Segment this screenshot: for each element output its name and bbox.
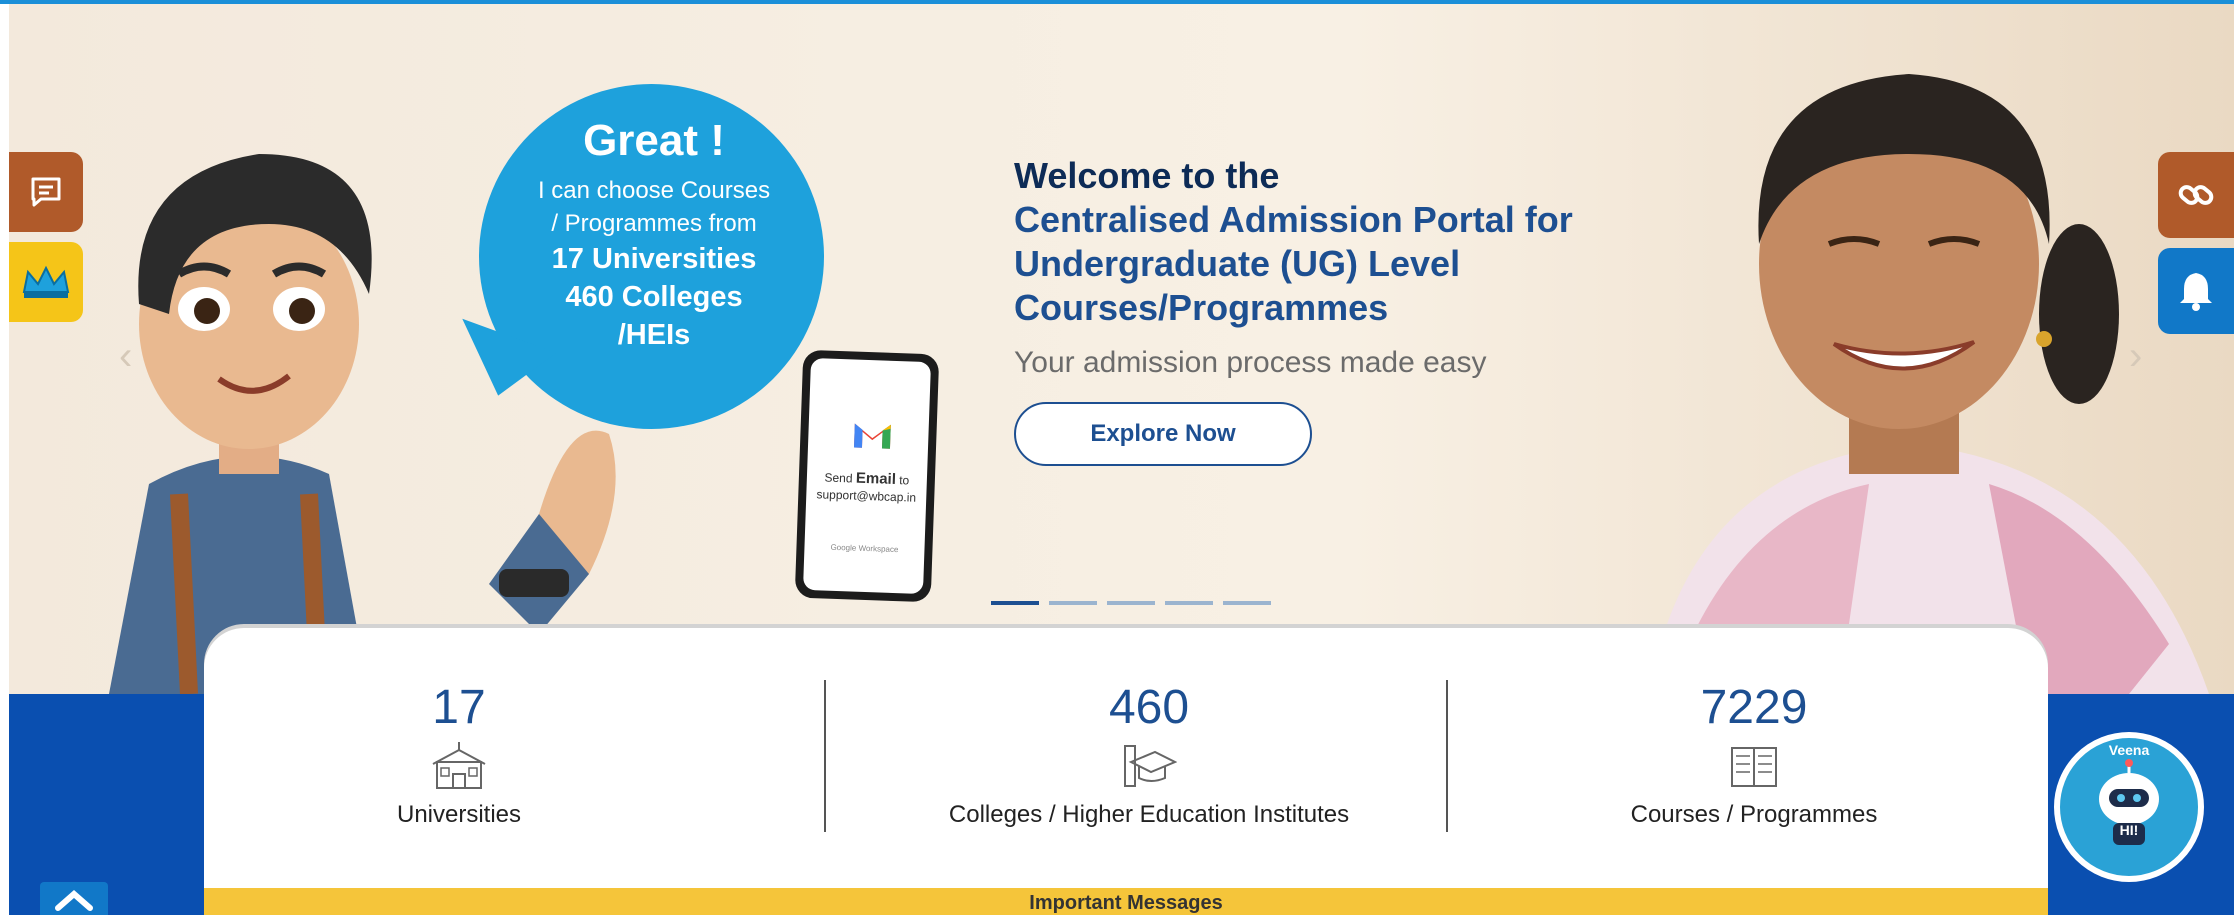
carousel-next-icon[interactable]: ›: [2129, 334, 2142, 379]
portrait-illustration: [1649, 74, 2209, 694]
stats-card: 17 Universities 460 Colleges / Higher Ed…: [204, 628, 2048, 915]
bell-icon: [2180, 273, 2212, 311]
phone-screen: Send Email to support@wbcap.in Google Wo…: [802, 357, 932, 595]
phone-email: support@wbcap.in: [816, 487, 917, 505]
hero-carousel: Great ! I can choose Courses / Programme…: [9, 4, 2234, 694]
stat-universities: 17 Universities: [259, 680, 659, 829]
speech-bubble-text: Great ! I can choose Courses / Programme…: [509, 116, 799, 354]
phone-text: Send Email to support@wbcap.in Google Wo…: [808, 468, 923, 559]
feedback-widget[interactable]: [9, 152, 83, 232]
robot-icon: [2099, 759, 2159, 845]
stat-colleges: 460 Colleges / Higher Education Institut…: [884, 680, 1414, 829]
hero-welcome: Welcome to the: [1014, 155, 1280, 196]
hero-tagline: Your admission process made easy: [1014, 346, 1487, 379]
phone-email-label: Email: [855, 469, 897, 489]
bubble-line: / Programmes from: [551, 210, 757, 237]
bubble-heis: /HEIs: [617, 319, 691, 351]
messages-title: Important Messages: [1029, 892, 1223, 914]
carousel-indicator[interactable]: [1107, 601, 1155, 605]
carousel-indicator[interactable]: [991, 601, 1039, 605]
hero-title-line: Undergraduate (UG) Level: [1014, 243, 1461, 284]
graduation-icon: [1124, 745, 1178, 787]
stat-divider: [1446, 680, 1448, 832]
stat-divider: [824, 680, 826, 832]
hero-title-line: Centralised Admission Portal for: [1014, 199, 1573, 240]
crown-widget[interactable]: [9, 242, 83, 322]
important-messages-bar[interactable]: Important Messages: [204, 888, 2048, 915]
stat-courses: 7229 Courses / Programmes: [1534, 680, 1974, 829]
bubble-line: I can choose Courses: [537, 177, 771, 204]
carousel-indicators: [991, 601, 1271, 605]
stat-label: Universities: [396, 801, 522, 828]
phone-send: Send: [824, 470, 853, 486]
hero-title-line: Courses/Programmes: [1014, 287, 1389, 328]
bubble-title: Great !: [583, 116, 725, 165]
phone-footer: Google Workspace: [830, 542, 899, 555]
stat-value: 17: [432, 681, 486, 734]
gmail-icon: [853, 423, 891, 449]
carousel-indicator[interactable]: [1165, 601, 1213, 605]
phone-illustration: Send Email to support@wbcap.in Google Wo…: [794, 349, 940, 603]
explore-now-button[interactable]: Explore Now: [1014, 402, 1312, 466]
carousel-prev-icon[interactable]: ‹: [119, 334, 132, 379]
stat-value: 460: [1108, 681, 1190, 734]
link-icon: [2178, 185, 2214, 205]
quick-links-widget[interactable]: [2158, 152, 2234, 238]
stat-label: Courses / Programmes: [1630, 801, 1878, 828]
chatbot-name: Veena: [2108, 742, 2150, 758]
notifications-widget[interactable]: [2158, 248, 2234, 334]
bubble-colleges: 460 Colleges: [565, 281, 743, 313]
stat-label: Colleges / Higher Education Institutes: [948, 801, 1350, 828]
phone-to: to: [898, 473, 910, 488]
book-icon: [1731, 747, 1777, 787]
carousel-indicator[interactable]: [1223, 601, 1271, 605]
chat-icon: [31, 177, 61, 207]
carousel-indicator[interactable]: [1049, 601, 1097, 605]
scroll-top-button[interactable]: [40, 882, 108, 915]
bubble-universities: 17 Universities: [551, 243, 757, 275]
university-icon: [432, 742, 486, 789]
chatbot-greeting: HI!: [2119, 822, 2139, 838]
stat-value: 7229: [1700, 681, 1808, 734]
hero-text: Welcome to the Centralised Admission Por…: [1014, 154, 1654, 466]
chevron-up-icon: [55, 890, 93, 911]
crown-icon: [22, 265, 70, 298]
